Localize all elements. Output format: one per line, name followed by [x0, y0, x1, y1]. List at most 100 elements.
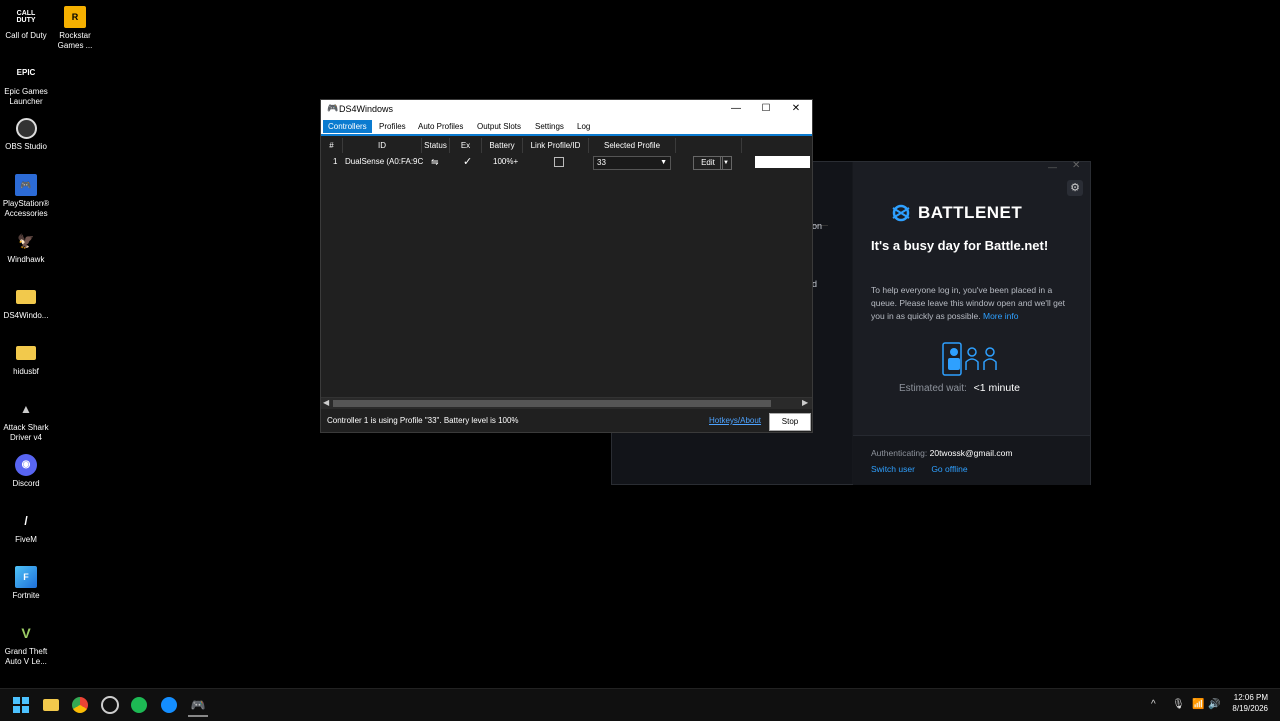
queue-people-icon	[942, 342, 1000, 381]
column-header-selected-profile[interactable]: Selected Profile	[589, 138, 676, 153]
desktop-icon-label: PlayStation® Accessories	[2, 199, 50, 218]
minimize-button[interactable]: —	[1048, 162, 1057, 172]
light-bar-color[interactable]	[755, 156, 810, 168]
usb-icon: ⇋	[431, 157, 439, 167]
stop-button[interactable]: Stop	[769, 413, 811, 431]
tab-controllers[interactable]: Controllers	[323, 120, 372, 133]
folder-icon	[15, 342, 37, 364]
wifi-icon[interactable]: 📶	[1192, 699, 1204, 710]
settings-gear-icon[interactable]: ⚙	[1067, 180, 1083, 196]
desktop-icon-label: Epic Games Launcher	[4, 87, 48, 106]
column-header-link-profile[interactable]: Link Profile/ID	[523, 138, 589, 153]
windows-start-icon[interactable]	[11, 695, 31, 715]
desktop-icon-label: Windhawk	[7, 255, 45, 264]
minimize-button[interactable]: —	[727, 101, 745, 117]
discord-icon: ◉	[15, 454, 37, 476]
tab-auto-profiles[interactable]: Auto Profiles	[413, 120, 468, 133]
scrollbar-thumb[interactable]	[333, 400, 771, 407]
desktop-icon-label: DS4Windo...	[3, 311, 49, 320]
desktop-icon-attack-shark[interactable]: ▲ Attack Shark Driver v4	[0, 398, 52, 443]
ds4windows-window: 🎮 DS4Windows — ☐ ✕ Controllers Profiles …	[320, 99, 813, 433]
desktop-icon-fortnite[interactable]: F Fortnite	[0, 566, 52, 601]
attack-shark-icon: ▲	[20, 402, 32, 416]
fortnite-icon: F	[15, 566, 37, 588]
estimated-wait: Estimated wait: <1 minute	[899, 382, 1020, 394]
go-offline-link[interactable]: Go offline	[931, 464, 967, 474]
column-header-id[interactable]: ID	[343, 138, 422, 153]
horizontal-scrollbar[interactable]: ◀ ▶	[321, 397, 812, 409]
controller-id: DualSense (A0:FA:9C	[345, 157, 424, 166]
status-text: Controller 1 is using Profile "33". Batt…	[327, 416, 519, 425]
desktop-icon-label: Call of Duty	[5, 31, 47, 40]
partial-text: on	[812, 221, 823, 231]
desktop-icon-gta[interactable]: V Grand Theft Auto V Le...	[0, 622, 52, 667]
rockstar-icon: R	[64, 6, 86, 28]
ds4windows-taskbar-icon[interactable]: 🎮	[188, 695, 208, 717]
gta-icon: V	[21, 625, 31, 641]
tab-profiles[interactable]: Profiles	[374, 120, 411, 133]
volume-icon[interactable]: 🔊	[1208, 699, 1220, 710]
desktop-icon-epic-games[interactable]: EPIC Epic Games Launcher	[0, 62, 52, 107]
microphone-icon[interactable]: 🎙	[1172, 699, 1185, 710]
profile-select[interactable]: 33 ▼	[593, 156, 671, 170]
desktop-icon-hidusbf-folder[interactable]: hidusbf	[0, 342, 52, 377]
scroll-left-icon[interactable]: ◀	[323, 398, 329, 407]
edit-button[interactable]: Edit	[693, 156, 723, 170]
chevron-up-icon[interactable]: ^	[1151, 699, 1156, 710]
obs-icon	[15, 118, 37, 139]
wait-value: <1 minute	[973, 382, 1020, 394]
desktop-icon-ds4windows-folder[interactable]: DS4Windo...	[0, 286, 52, 321]
column-header-ex[interactable]: Ex	[450, 138, 482, 153]
desktop-icon-label: OBS Studio	[5, 142, 47, 151]
battlenet-footer	[853, 435, 1090, 485]
edit-dropdown-button[interactable]: ▼	[720, 156, 732, 170]
fivem-icon: /	[24, 514, 28, 528]
tab-settings[interactable]: Settings	[530, 120, 569, 133]
epic-games-icon: EPIC	[16, 68, 36, 77]
maximize-button[interactable]: ☐	[757, 101, 775, 117]
more-info-link[interactable]: More info	[983, 311, 1018, 321]
tab-bar: Controllers Profiles Auto Profiles Outpu…	[321, 119, 812, 136]
desktop-icon-fivem[interactable]: / FiveM	[0, 510, 52, 545]
playstation-icon: 🎮	[15, 174, 37, 196]
tab-log[interactable]: Log	[572, 120, 595, 133]
switch-user-link[interactable]: Switch user	[871, 464, 915, 474]
desktop-icon-windhawk[interactable]: 🦅 Windhawk	[0, 230, 52, 265]
scroll-right-icon[interactable]: ▶	[802, 398, 808, 407]
ds4windows-app-icon: 🎮	[327, 103, 339, 113]
desktop-icon-rockstar[interactable]: R Rockstar Games ...	[49, 6, 101, 51]
taskbar: 🎮 ^ 🎙 📶 🔊 12:06 PM 8/19/2026	[0, 688, 1280, 721]
link-profile-checkbox[interactable]	[554, 157, 564, 167]
battlenet-taskbar-icon[interactable]	[159, 695, 179, 715]
obs-taskbar-icon[interactable]	[100, 695, 120, 715]
column-header-battery[interactable]: Battery	[482, 138, 523, 153]
column-header-status[interactable]: Status	[422, 138, 450, 153]
file-explorer-icon[interactable]	[41, 695, 61, 715]
desktop-icon-label: Rockstar Games ...	[57, 31, 93, 50]
desktop-icon-discord[interactable]: ◉ Discord	[0, 454, 52, 489]
desktop-icon-playstation[interactable]: 🎮 PlayStation® Accessories	[0, 174, 52, 219]
clock[interactable]: 12:06 PM 8/19/2026	[1222, 692, 1268, 714]
desktop-icon-label: hidusbf	[13, 367, 39, 376]
windhawk-icon: 🦅	[17, 233, 35, 249]
call-of-duty-icon: CALL DUTY	[16, 10, 36, 24]
clock-date: 8/19/2026	[1232, 704, 1268, 713]
desktop-icon-obs[interactable]: OBS Studio	[0, 118, 52, 152]
hotkeys-about-link[interactable]: Hotkeys/About	[709, 416, 761, 425]
spotify-icon[interactable]	[129, 695, 149, 715]
close-button[interactable]: ✕	[1072, 160, 1080, 171]
close-button[interactable]: ✕	[787, 101, 805, 117]
page-title: It's a busy day for Battle.net!	[871, 238, 1049, 253]
column-header-number[interactable]: #	[321, 138, 343, 153]
chrome-icon[interactable]	[70, 695, 90, 715]
title-bar[interactable]: 🎮 DS4Windows — ☐ ✕	[321, 100, 812, 119]
tab-output-slots[interactable]: Output Slots	[472, 120, 526, 133]
desktop-icon-label: Fortnite	[12, 591, 40, 600]
checkmark-icon: ✓	[463, 156, 473, 168]
battery-level: 100%+	[493, 157, 519, 166]
desktop-icon-call-of-duty[interactable]: CALL DUTY Call of Duty	[0, 6, 52, 41]
wait-label: Estimated wait:	[899, 383, 967, 394]
profile-select-value: 33	[597, 158, 606, 167]
column-header-blank	[676, 138, 742, 153]
status-bar: Controller 1 is using Profile "33". Batt…	[321, 413, 812, 432]
